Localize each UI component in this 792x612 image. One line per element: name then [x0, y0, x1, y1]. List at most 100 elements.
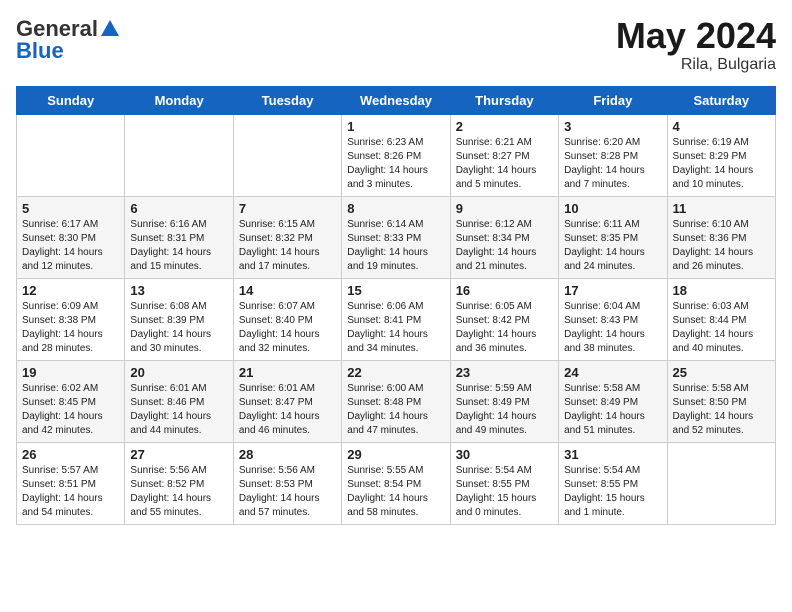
day-info: Sunrise: 6:08 AMSunset: 8:39 PMDaylight:…	[130, 300, 227, 356]
day-number: 10	[564, 201, 661, 216]
day-info: Sunrise: 6:01 AMSunset: 8:47 PMDaylight:…	[239, 382, 336, 438]
calendar-cell: 4Sunrise: 6:19 AMSunset: 8:29 PMDaylight…	[667, 114, 775, 196]
day-number: 30	[456, 447, 553, 462]
calendar-cell: 22Sunrise: 6:00 AMSunset: 8:48 PMDayligh…	[342, 360, 450, 442]
logo: General Blue	[16, 16, 122, 64]
day-number: 20	[130, 365, 227, 380]
day-info: Sunrise: 6:21 AMSunset: 8:27 PMDaylight:…	[456, 136, 553, 192]
calendar-header-row: SundayMondayTuesdayWednesdayThursdayFrid…	[17, 86, 776, 114]
day-info: Sunrise: 5:54 AMSunset: 8:55 PMDaylight:…	[564, 464, 661, 520]
day-of-week-header: Thursday	[450, 86, 558, 114]
month-title-block: May 2024 Rila, Bulgaria	[616, 16, 776, 74]
day-number: 18	[673, 283, 770, 298]
calendar-cell: 21 Sunrise: 6:01 AMSunset: 8:47 PMDayligh…	[233, 360, 341, 442]
day-info: Sunrise: 5:57 AMSunset: 8:51 PMDaylight:…	[22, 464, 119, 520]
day-info: Sunrise: 6:00 AMSunset: 8:48 PMDaylight:…	[347, 382, 444, 438]
day-info: Sunrise: 5:56 AMSunset: 8:52 PMDaylight:…	[130, 464, 227, 520]
day-info: Sunrise: 6:23 AMSunset: 8:26 PMDaylight:…	[347, 136, 444, 192]
day-of-week-header: Wednesday	[342, 86, 450, 114]
day-of-week-header: Sunday	[17, 86, 125, 114]
day-info: Sunrise: 5:55 AMSunset: 8:54 PMDaylight:…	[347, 464, 444, 520]
day-info: Sunrise: 6:16 AMSunset: 8:31 PMDaylight:…	[130, 218, 227, 274]
calendar-cell: 30 Sunrise: 5:54 AMSunset: 8:55 PMDayligh…	[450, 442, 558, 524]
calendar-cell: 20 Sunrise: 6:01 AMSunset: 8:46 PMDayligh…	[125, 360, 233, 442]
day-number: 17	[564, 283, 661, 298]
day-number: 13	[130, 283, 227, 298]
day-info: Sunrise: 5:56 AMSunset: 8:53 PMDaylight:…	[239, 464, 336, 520]
calendar-cell: 1 Sunrise: 6:23 AMSunset: 8:26 PMDaylight…	[342, 114, 450, 196]
day-number: 23	[456, 365, 553, 380]
day-of-week-header: Saturday	[667, 86, 775, 114]
day-info: Sunrise: 6:09 AMSunset: 8:38 PMDaylight:…	[22, 300, 119, 356]
calendar-cell: 19Sunrise: 6:02 AMSunset: 8:45 PMDayligh…	[17, 360, 125, 442]
calendar-cell: 23 Sunrise: 5:59 AMSunset: 8:49 PMDayligh…	[450, 360, 558, 442]
calendar-cell: 31 Sunrise: 5:54 AMSunset: 8:55 PMDayligh…	[559, 442, 667, 524]
day-of-week-header: Friday	[559, 86, 667, 114]
day-info: Sunrise: 5:58 AMSunset: 8:49 PMDaylight:…	[564, 382, 661, 438]
calendar-cell	[667, 442, 775, 524]
day-info: Sunrise: 6:03 AMSunset: 8:44 PMDaylight:…	[673, 300, 770, 356]
day-number: 28	[239, 447, 336, 462]
day-info: Sunrise: 6:07 AMSunset: 8:40 PMDaylight:…	[239, 300, 336, 356]
day-number: 15	[347, 283, 444, 298]
day-number: 21	[239, 365, 336, 380]
calendar-cell	[233, 114, 341, 196]
day-number: 6	[130, 201, 227, 216]
day-number: 11	[673, 201, 770, 216]
calendar-cell	[125, 114, 233, 196]
month-year: May 2024	[616, 16, 776, 56]
calendar-cell: 28 Sunrise: 5:56 AMSunset: 8:53 PMDayligh…	[233, 442, 341, 524]
day-info: Sunrise: 6:01 AMSunset: 8:46 PMDaylight:…	[130, 382, 227, 438]
day-number: 2	[456, 119, 553, 134]
calendar-table: SundayMondayTuesdayWednesdayThursdayFrid…	[16, 86, 776, 525]
day-number: 26	[22, 447, 119, 462]
day-number: 14	[239, 283, 336, 298]
day-info: Sunrise: 6:14 AMSunset: 8:33 PMDaylight:…	[347, 218, 444, 274]
day-info: Sunrise: 6:06 AMSunset: 8:41 PMDaylight:…	[347, 300, 444, 356]
calendar-cell: 14 Sunrise: 6:07 AMSunset: 8:40 PMDayligh…	[233, 278, 341, 360]
calendar-cell: 17 Sunrise: 6:04 AMSunset: 8:43 PMDayligh…	[559, 278, 667, 360]
day-info: Sunrise: 6:05 AMSunset: 8:42 PMDaylight:…	[456, 300, 553, 356]
day-info: Sunrise: 6:20 AMSunset: 8:28 PMDaylight:…	[564, 136, 661, 192]
calendar-cell: 16 Sunrise: 6:05 AMSunset: 8:42 PMDayligh…	[450, 278, 558, 360]
day-number: 3	[564, 119, 661, 134]
calendar-cell: 7 Sunrise: 6:15 AMSunset: 8:32 PMDaylight…	[233, 196, 341, 278]
calendar-cell: 5Sunrise: 6:17 AMSunset: 8:30 PMDaylight…	[17, 196, 125, 278]
day-number: 7	[239, 201, 336, 216]
day-number: 12	[22, 283, 119, 298]
calendar-cell: 8 Sunrise: 6:14 AMSunset: 8:33 PMDaylight…	[342, 196, 450, 278]
day-of-week-header: Tuesday	[233, 86, 341, 114]
day-number: 29	[347, 447, 444, 462]
day-info: Sunrise: 6:15 AMSunset: 8:32 PMDaylight:…	[239, 218, 336, 274]
calendar-cell: 25Sunrise: 5:58 AMSunset: 8:50 PMDayligh…	[667, 360, 775, 442]
logo-blue: Blue	[16, 38, 64, 64]
calendar-cell: 6 Sunrise: 6:16 AMSunset: 8:31 PMDaylight…	[125, 196, 233, 278]
calendar-cell: 29 Sunrise: 5:55 AMSunset: 8:54 PMDayligh…	[342, 442, 450, 524]
calendar-week-row: 1 Sunrise: 6:23 AMSunset: 8:26 PMDaylight…	[17, 114, 776, 196]
logo-icon	[99, 18, 121, 40]
calendar-cell: 11Sunrise: 6:10 AMSunset: 8:36 PMDayligh…	[667, 196, 775, 278]
day-number: 4	[673, 119, 770, 134]
calendar-cell: 27Sunrise: 5:56 AMSunset: 8:52 PMDayligh…	[125, 442, 233, 524]
calendar-week-row: 12 Sunrise: 6:09 AMSunset: 8:38 PMDayligh…	[17, 278, 776, 360]
day-info: Sunrise: 5:59 AMSunset: 8:49 PMDaylight:…	[456, 382, 553, 438]
calendar-cell: 15 Sunrise: 6:06 AMSunset: 8:41 PMDayligh…	[342, 278, 450, 360]
calendar-week-row: 5Sunrise: 6:17 AMSunset: 8:30 PMDaylight…	[17, 196, 776, 278]
day-number: 16	[456, 283, 553, 298]
day-number: 8	[347, 201, 444, 216]
calendar-week-row: 26 Sunrise: 5:57 AMSunset: 8:51 PMDayligh…	[17, 442, 776, 524]
day-info: Sunrise: 6:02 AMSunset: 8:45 PMDaylight:…	[22, 382, 119, 438]
day-info: Sunrise: 6:11 AMSunset: 8:35 PMDaylight:…	[564, 218, 661, 274]
calendar-cell: 9Sunrise: 6:12 AMSunset: 8:34 PMDaylight…	[450, 196, 558, 278]
location: Rila, Bulgaria	[616, 56, 776, 74]
day-info: Sunrise: 6:12 AMSunset: 8:34 PMDaylight:…	[456, 218, 553, 274]
day-number: 1	[347, 119, 444, 134]
calendar-cell: 24 Sunrise: 5:58 AMSunset: 8:49 PMDayligh…	[559, 360, 667, 442]
day-info: Sunrise: 5:54 AMSunset: 8:55 PMDaylight:…	[456, 464, 553, 520]
calendar-cell	[17, 114, 125, 196]
day-info: Sunrise: 6:04 AMSunset: 8:43 PMDaylight:…	[564, 300, 661, 356]
day-number: 24	[564, 365, 661, 380]
day-number: 31	[564, 447, 661, 462]
calendar-cell: 26 Sunrise: 5:57 AMSunset: 8:51 PMDayligh…	[17, 442, 125, 524]
calendar-cell: 18 Sunrise: 6:03 AMSunset: 8:44 PMDayligh…	[667, 278, 775, 360]
